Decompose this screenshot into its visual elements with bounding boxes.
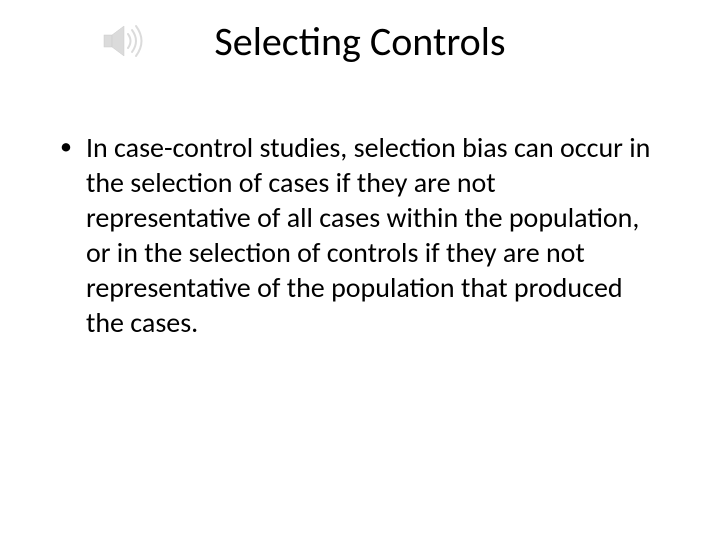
slide-body: • In case-control studies, selection bia…: [60, 130, 660, 340]
slide-title: Selecting Controls: [0, 20, 720, 64]
bullet-item: • In case-control studies, selection bia…: [60, 130, 660, 340]
bullet-marker-icon: •: [60, 132, 72, 162]
bullet-text: In case-control studies, selection bias …: [86, 130, 660, 340]
slide: Selecting Controls • In case-control stu…: [0, 0, 720, 540]
